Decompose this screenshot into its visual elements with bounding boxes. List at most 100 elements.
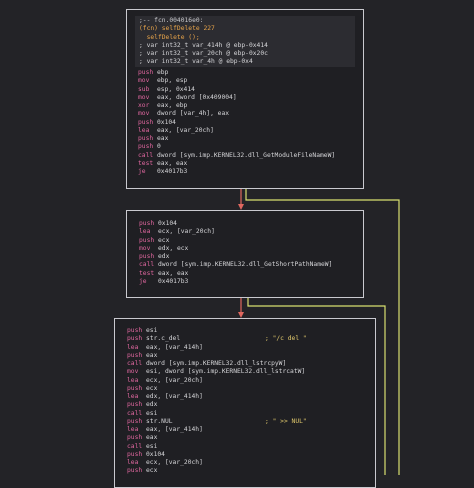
instruction-row[interactable]: push edx: [139, 253, 355, 261]
instruction-row[interactable]: mov dword [var_4h], eax: [138, 110, 355, 118]
mnemonic: mov: [138, 77, 150, 85]
mnemonic: lea: [127, 459, 139, 466]
instruction-row[interactable]: push ecx: [139, 237, 355, 245]
instruction-row[interactable]: call dword [sym.imp.KERNEL32.dll_GetModul…: [138, 152, 355, 160]
operands: edx, ecx: [158, 244, 189, 252]
operands: eax, [var_20ch]: [157, 126, 214, 134]
operands: eax, dword [0x409004]: [157, 93, 237, 101]
instruction-row[interactable]: lea eax, [var_20ch]: [138, 127, 355, 135]
instruction-row[interactable]: call esi: [127, 443, 367, 451]
instruction-row[interactable]: test eax, eax: [138, 160, 355, 168]
mnemonic: je: [139, 277, 147, 285]
instruction-row[interactable]: mov eax, dword [0x409004]: [138, 94, 355, 102]
mnemonic: push: [127, 467, 143, 475]
instruction-row[interactable]: push eax: [127, 352, 367, 360]
operands: edx: [158, 253, 170, 260]
mnemonic: lea: [138, 126, 150, 134]
instruction-row[interactable]: lea ecx, [var_20ch]: [139, 228, 355, 236]
instruction-row[interactable]: lea eax, [var_414h]: [127, 344, 367, 352]
mnemonic: je: [138, 168, 146, 175]
operands: ebp: [157, 69, 169, 76]
mnemonic: call: [127, 442, 143, 450]
operands: eax, eax: [157, 159, 188, 167]
instruction-row[interactable]: push ebp: [138, 69, 355, 77]
operands: 0: [157, 143, 161, 151]
operands: edx: [146, 401, 158, 409]
operands: eax: [157, 135, 169, 142]
code-block-2[interactable]: push 0x104 lea ecx, [var_20ch] push ecx mov edx…: [126, 210, 364, 298]
operands: 0x4017b3: [158, 277, 189, 285]
instruction-row[interactable]: lea ecx, [var_20ch]: [127, 377, 367, 385]
operands: edx, [var_414h]: [146, 393, 203, 400]
operands: 0x104: [158, 220, 177, 227]
instruction-row[interactable]: push ecx: [127, 385, 367, 393]
mnemonic: sub: [138, 85, 150, 93]
mnemonic: push: [127, 351, 143, 359]
instruction-row[interactable]: push 0x104: [127, 451, 367, 459]
code-block-3[interactable]: push esi push str.c_del; "/c del " lea eax, […: [114, 318, 376, 488]
instruction-row[interactable]: push str.NUL ; " >> NUL": [127, 418, 367, 426]
mnemonic: lea: [139, 228, 151, 236]
instruction-row[interactable]: lea ecx, [var_20ch]: [127, 459, 367, 467]
mnemonic: xor: [138, 102, 150, 109]
mnemonic: call: [139, 261, 155, 269]
header-line: selfDelete ();: [139, 33, 200, 41]
instruction-row[interactable]: call dword [sym.imp.KERNEL32.dll_lstrcpyW…: [127, 360, 367, 368]
instruction-row[interactable]: sub esp, 0x414: [138, 86, 355, 94]
header-line: ;-- fcn.004016e0:: [139, 17, 204, 24]
graph-canvas[interactable]: ;-- fcn.004016e0: (fcn) selfDelete 227 se…: [0, 0, 474, 488]
function-header: ;-- fcn.004016e0: (fcn) selfDelete 227 se…: [135, 16, 355, 67]
instruction-row[interactable]: lea eax, [var_414h]: [127, 426, 367, 434]
instruction-row[interactable]: call esi: [127, 410, 367, 418]
instruction-row[interactable]: push 0x104: [139, 220, 355, 228]
instruction-row[interactable]: push edx: [127, 401, 367, 409]
mnemonic: push: [127, 401, 143, 409]
instruction-row[interactable]: push esi: [127, 327, 367, 335]
instruction-row[interactable]: push 0: [138, 143, 355, 151]
instruction-row[interactable]: mov ebp, esp: [138, 77, 355, 85]
operands: ecx, [var_20ch]: [146, 376, 203, 384]
operands: eax: [146, 434, 158, 442]
instruction-row[interactable]: mov esi, dword [sym.imp.KERNEL32.dll_lstr…: [127, 368, 367, 376]
instruction-row[interactable]: push ecx: [127, 467, 367, 475]
operands: esi: [146, 409, 158, 417]
instruction-row[interactable]: test eax, eax: [139, 270, 355, 278]
mnemonic: mov: [138, 110, 150, 118]
operands: dword [sym.imp.KERNEL32.dll_GetModuleFil…: [157, 151, 336, 159]
instruction-row[interactable]: push eax: [138, 135, 355, 143]
mnemonic: lea: [127, 376, 139, 384]
mnemonic: call: [138, 151, 154, 159]
mnemonic: test: [139, 269, 155, 277]
header-line: ; var int32_t var_4h @ ebp-0x4: [139, 58, 253, 66]
instruction-row[interactable]: je 0x4017b3: [138, 168, 355, 176]
operands: eax: [146, 351, 158, 359]
mnemonic: lea: [127, 393, 139, 400]
code-block-1[interactable]: ;-- fcn.004016e0: (fcn) selfDelete 227 se…: [126, 9, 364, 189]
instruction-row[interactable]: mov edx, ecx: [139, 245, 355, 253]
operands: eax, eax: [158, 269, 189, 277]
instruction-row[interactable]: lea edx, [var_414h]: [127, 393, 367, 401]
instruction-row[interactable]: push eax: [127, 434, 367, 442]
operands: ecx, [var_20ch]: [146, 459, 203, 466]
operands: 0x104: [146, 450, 165, 458]
instruction-row[interactable]: push 0x104: [138, 119, 355, 127]
operands: ecx: [146, 384, 158, 392]
operands: 0x4017b3: [157, 168, 188, 175]
operands: dword [var_4h], eax: [157, 110, 230, 118]
operands: esi: [146, 442, 158, 450]
mnemonic: mov: [138, 93, 150, 101]
mnemonic: push: [127, 327, 143, 334]
mnemonic: push: [138, 143, 154, 151]
operands: eax, [var_414h]: [146, 343, 203, 351]
comment: ; "/c del ": [265, 335, 307, 343]
mnemonic: test: [138, 159, 154, 167]
operands: ecx: [146, 467, 158, 475]
header-line: ; var int32_t var_20ch @ ebp-0x20c: [139, 50, 268, 57]
instruction-row[interactable]: je 0x4017b3: [139, 278, 355, 286]
mnemonic: push: [139, 253, 155, 260]
instruction-row[interactable]: push str.c_del ; "/c del ": [127, 335, 367, 343]
operands: ecx, [var_20ch]: [158, 228, 215, 236]
mnemonic: push: [138, 118, 154, 126]
instruction-row[interactable]: xor eax, ebp: [138, 102, 355, 110]
instruction-row[interactable]: call dword [sym.imp.KERNEL32.dll_GetShort…: [139, 261, 355, 269]
